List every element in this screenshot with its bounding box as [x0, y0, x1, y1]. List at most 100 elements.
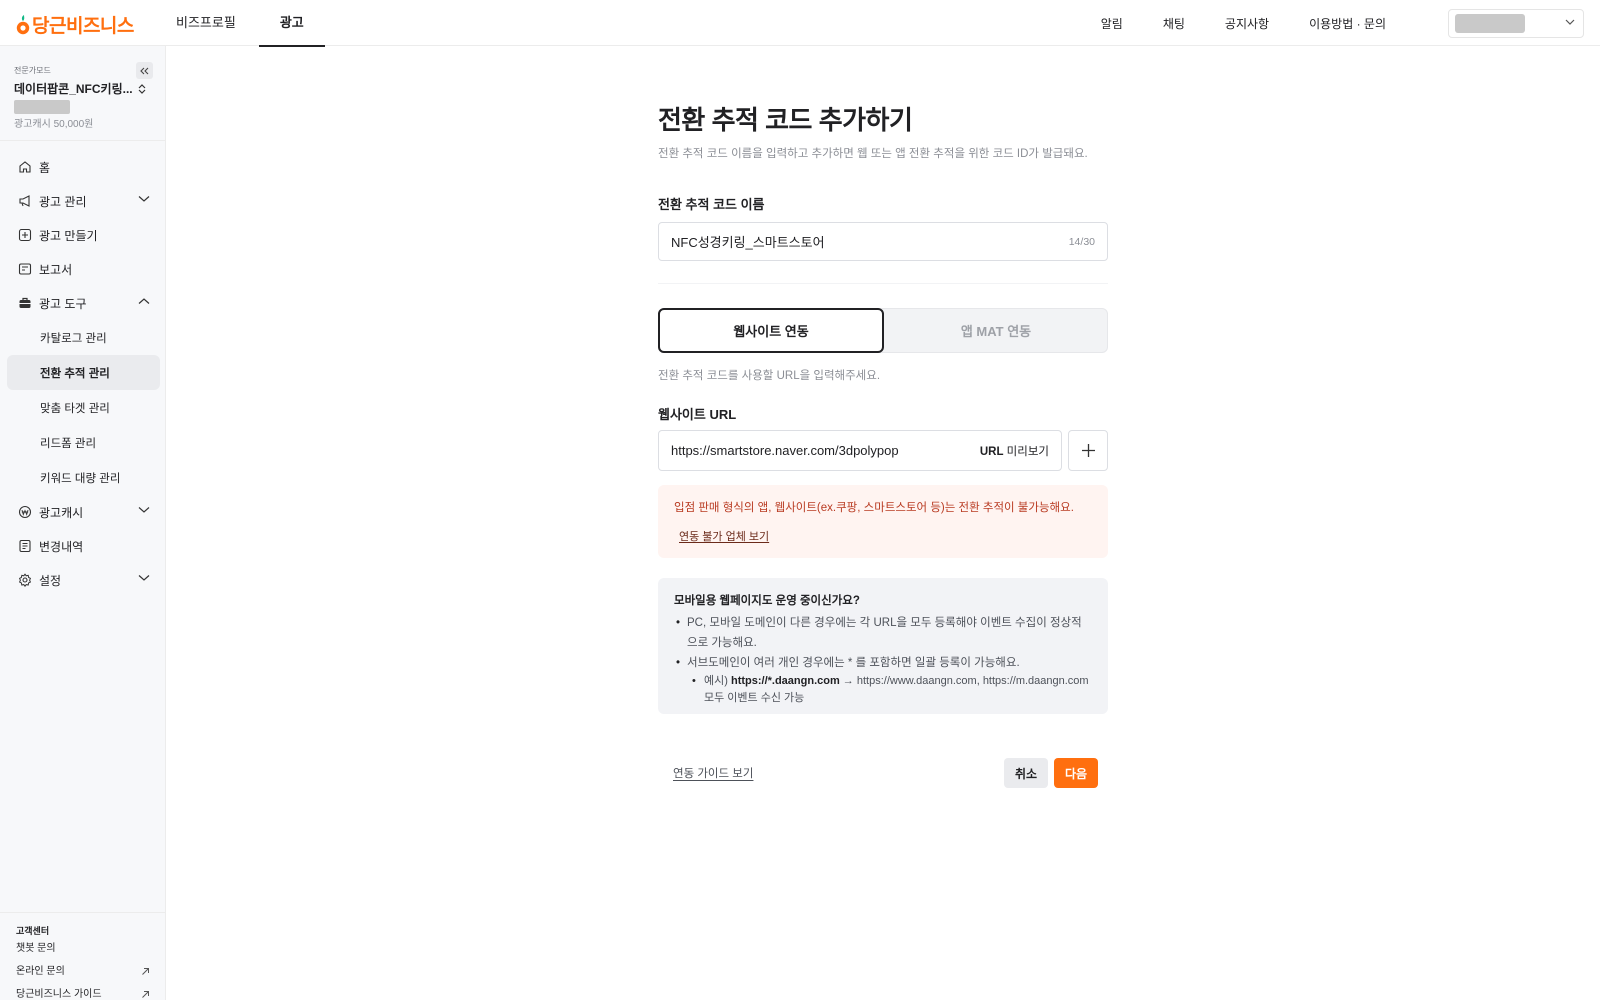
online-inquiry-label: 온라인 문의 — [16, 966, 65, 977]
account-name: 데이터팝콘_NFC키링... — [14, 82, 133, 96]
customer-center-title: 고객센터 — [16, 926, 50, 936]
integration-guide-link[interactable]: 연동 가이드 보기 — [673, 765, 753, 781]
page-description: 전환 추적 코드 이름을 입력하고 추가하면 웹 또는 앱 전환 추적을 위한 … — [658, 148, 1088, 160]
next-button[interactable]: 다음 — [1054, 758, 1098, 788]
top-bar: 당근비즈니스 비즈프로필 광고 알림 채팅 공지사항 이용방법 · 문의 — [0, 0, 1600, 47]
external-link-icon — [141, 990, 150, 999]
document-list-icon — [18, 539, 32, 553]
sidebar-item-ad-tools[interactable]: 광고 도구 — [7, 286, 160, 320]
chevron-down-icon — [138, 506, 150, 514]
sort-arrows-icon — [138, 83, 146, 94]
url-preview-button[interactable]: URL 미리보기 — [980, 443, 1049, 459]
chatbot-link[interactable]: 챗봇 문의 — [16, 937, 150, 960]
website-url-input[interactable]: https://smartstore.naver.com/3dpolypop U… — [658, 430, 1062, 471]
sidebar-item-catalog[interactable]: 카탈로그 관리 — [7, 320, 160, 355]
cancel-button[interactable]: 취소 — [1004, 758, 1048, 788]
carrot-icon — [16, 14, 30, 35]
sidebar-item-label: 광고 만들기 — [39, 228, 98, 243]
website-url-label: 웹사이트 URL — [658, 407, 737, 422]
sidebar-item-target[interactable]: 맞춤 타겟 관리 — [7, 390, 160, 425]
sidebar-item-settings[interactable]: 설정 — [7, 563, 160, 597]
sidebar-item-label: 홈 — [39, 160, 51, 175]
toolbox-icon — [18, 296, 32, 310]
guide-label: 당근비즈니스 가이드 — [16, 989, 102, 1000]
sidebar: 전문가모드 데이터팝콘_NFC키링... 광고캐시 50,000원 홈 광고 관… — [0, 46, 166, 1000]
account-id-redacted — [14, 100, 70, 114]
url-preview-rest: 미리보기 — [1003, 445, 1049, 458]
home-icon — [18, 160, 32, 174]
sidebar-item-label: 변경내역 — [39, 539, 84, 554]
notifications-link[interactable]: 알림 — [1101, 15, 1123, 32]
notice-link[interactable]: 공지사항 — [1225, 15, 1269, 32]
chevron-up-icon — [138, 297, 150, 305]
warning-message: 입점 판매 형식의 앱, 웹사이트(ex.쿠팡, 스마트스토어 등)는 전환 추… — [674, 502, 1074, 514]
report-icon — [18, 262, 32, 276]
info-title: 모바일용 웹페이지도 운영 중이신가요? — [674, 595, 860, 607]
guide-link[interactable]: 당근비즈니스 가이드 — [16, 983, 150, 1000]
brand-logo[interactable]: 당근비즈니스 — [16, 11, 134, 38]
sidebar-divider — [0, 140, 166, 141]
sidebar-item-ad-manage[interactable]: 광고 관리 — [7, 184, 160, 218]
online-inquiry-link[interactable]: 온라인 문의 — [16, 960, 150, 983]
sidebar-account-info: 전문가모드 데이터팝콘_NFC키링... 광고캐시 50,000원 — [14, 65, 154, 130]
won-coin-icon — [18, 505, 32, 519]
info-bullet: 서브도메인이 여러 개인 경우에는 * 를 포함하면 일괄 등록이 가능해요. — [674, 653, 1092, 673]
warning-box: 입점 판매 형식의 앱, 웹사이트(ex.쿠팡, 스마트스토어 등)는 전환 추… — [658, 485, 1108, 558]
sidebar-item-conversion[interactable]: 전환 추적 관리 — [7, 355, 160, 390]
code-name-label: 전환 추적 코드 이름 — [658, 197, 765, 212]
url-hint: 전환 추적 코드를 사용할 URL을 입력해주세요. — [658, 370, 881, 382]
account-select[interactable] — [1448, 9, 1584, 38]
top-nav: 비즈프로필 광고 — [176, 0, 348, 47]
chat-link[interactable]: 채팅 — [1163, 15, 1185, 32]
collapse-sidebar-button[interactable] — [136, 62, 153, 79]
mobile-info-box: 모바일용 웹페이지도 운영 중이신가요? PC, 모바일 도메인이 다른 경우에… — [658, 578, 1108, 714]
chevron-down-icon — [138, 195, 150, 203]
sidebar-item-ad-cash[interactable]: 광고캐시 — [7, 495, 160, 529]
page-title: 전환 추적 코드 추가하기 — [658, 105, 913, 135]
tab-ads[interactable]: 광고 — [258, 0, 325, 47]
external-link-icon — [141, 967, 150, 976]
sidebar-item-report[interactable]: 보고서 — [7, 252, 160, 286]
brand-name: 당근비즈니스 — [32, 16, 134, 37]
plus-icon — [1081, 443, 1096, 458]
chevron-down-icon — [138, 574, 150, 582]
unsupported-vendors-link[interactable]: 연동 불가 업체 보기 — [679, 528, 769, 544]
megaphone-icon — [18, 194, 32, 208]
ad-cash-balance: 광고캐시 50,000원 — [14, 119, 94, 130]
sidebar-menu: 홈 광고 관리 광고 만들기 보고서 광고 도구 카탈로그 관리 전환 추적 관… — [7, 150, 160, 597]
sidebar-item-history[interactable]: 변경내역 — [7, 529, 160, 563]
sidebar-item-keyword[interactable]: 키워드 대량 관리 — [7, 460, 160, 495]
code-name-value: NFC성경키링_스마트스토어 — [671, 235, 825, 250]
sidebar-item-label: 설정 — [39, 573, 62, 588]
example-wildcard: https://*.daangn.com — [730, 675, 840, 687]
code-name-input[interactable]: NFC성경키링_스마트스토어 14/30 — [658, 222, 1108, 261]
sidebar-item-label: 보고서 — [39, 262, 73, 277]
help-link[interactable]: 이용방법 · 문의 — [1309, 15, 1386, 32]
sidebar-item-label: 광고 도구 — [39, 296, 87, 311]
account-switcher[interactable]: 데이터팝콘_NFC키링... — [14, 80, 154, 97]
integration-type-toggle: 웹사이트 연동 앱 MAT 연동 — [658, 308, 1108, 353]
double-chevron-left-icon — [140, 67, 149, 75]
website-url-value: https://smartstore.naver.com/3dpolypop — [671, 443, 899, 458]
add-url-button[interactable] — [1068, 430, 1108, 471]
gear-icon — [18, 573, 32, 587]
tab-bizprofile[interactable]: 비즈프로필 — [176, 0, 236, 46]
url-preview-bold: URL — [979, 445, 1004, 458]
tab-website[interactable]: 웹사이트 연동 — [658, 308, 884, 353]
sidebar-item-home[interactable]: 홈 — [7, 150, 160, 184]
char-counter: 14/30 — [1068, 235, 1095, 248]
customer-center: 고객센터 챗봇 문의 온라인 문의 당근비즈니스 가이드 — [0, 912, 166, 1000]
sidebar-item-label: 광고 관리 — [39, 194, 87, 209]
account-name-redacted — [1455, 14, 1525, 33]
top-links: 알림 채팅 공지사항 이용방법 · 문의 — [1061, 0, 1386, 46]
sidebar-item-leadform[interactable]: 리드폼 관리 — [7, 425, 160, 460]
plus-square-icon — [18, 228, 32, 242]
info-example: 예시) https://*.daangn.com → https://www.d… — [674, 673, 1092, 707]
example-prefix: 예시) — [704, 675, 731, 687]
chatbot-label: 챗봇 문의 — [16, 943, 56, 954]
tab-app-mat[interactable]: 앱 MAT 연동 — [883, 308, 1109, 353]
info-bullet: PC, 모바일 도메인이 다른 경우에는 각 URL을 모두 등록해야 이벤트 … — [674, 613, 1092, 653]
sidebar-item-ad-create[interactable]: 광고 만들기 — [7, 218, 160, 252]
chevron-down-icon — [1565, 19, 1575, 25]
sidebar-item-label: 광고캐시 — [39, 505, 84, 520]
